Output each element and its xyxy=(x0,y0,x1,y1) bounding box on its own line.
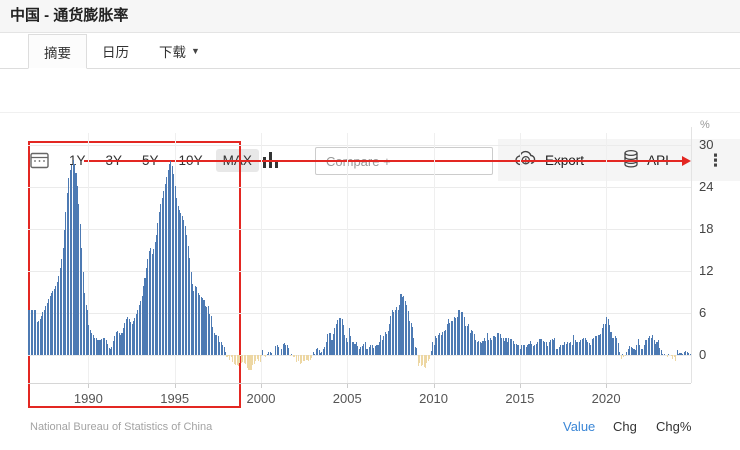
y-axis-tick-label: 30 xyxy=(699,137,714,152)
chart-bar xyxy=(666,355,668,358)
y-axis-unit-label: % xyxy=(700,119,710,131)
chart-bar xyxy=(278,346,280,355)
chart-bar xyxy=(624,355,626,357)
footer-link-chg[interactable]: Chg xyxy=(613,419,637,434)
tab-download-label: 下载 xyxy=(159,45,186,60)
chevron-down-icon: ▼ xyxy=(191,46,200,56)
page-title: 中国 - 通货膨胀率 xyxy=(10,7,129,24)
inflation-chart: % 30 24 18 12 6 0 1990 1995 2000 2005 2010 2015 2020 xyxy=(0,115,740,415)
chart-bar xyxy=(416,348,418,355)
chart-bar xyxy=(295,355,297,362)
x-axis-tick-label: 2000 xyxy=(246,391,276,406)
chart-bar xyxy=(271,352,273,355)
gridline xyxy=(28,187,691,188)
x-axis-tick-label: 2005 xyxy=(332,391,362,406)
chart-bar xyxy=(289,355,291,356)
chart-toolbar: 1Y 3Y 5Y 10Y MAX Export xyxy=(0,69,740,181)
footer-link-value[interactable]: Value xyxy=(563,419,595,434)
chart-bar xyxy=(689,353,691,355)
gridline xyxy=(28,229,691,230)
tab-calendar[interactable]: 日历 xyxy=(87,34,144,68)
chart-bar xyxy=(311,355,313,358)
x-axis-line xyxy=(28,383,691,384)
gridline xyxy=(28,145,691,146)
x-axis-tick-label: 2015 xyxy=(505,391,535,406)
y-axis-tick-label: 12 xyxy=(699,263,714,278)
title-bar: 中国 - 通货膨胀率 xyxy=(0,0,740,33)
annotation-arrow-head-icon xyxy=(682,156,691,166)
y-axis-tick-label: 6 xyxy=(699,305,707,320)
chart-bar xyxy=(260,355,263,357)
app-window: 中国 - 通货膨胀率 摘要 日历 下载 ▼ 1Y 3Y 5Y 10Y MAX C… xyxy=(0,0,740,450)
data-source-label: National Bureau of Statistics of China xyxy=(30,421,213,433)
gridline xyxy=(28,313,691,314)
tab-calendar-label: 日历 xyxy=(102,45,129,60)
chart-bar xyxy=(675,355,677,361)
y-axis-tick-label: 24 xyxy=(699,179,714,194)
x-axis-tick-label: 1990 xyxy=(73,391,103,406)
tab-bar: 摘要 日历 下载 ▼ xyxy=(0,34,740,69)
tab-summary-label: 摘要 xyxy=(44,45,71,61)
x-axis-tick-label: 2020 xyxy=(591,391,621,406)
gridline xyxy=(28,271,691,272)
y-axis-line xyxy=(691,127,692,383)
tab-summary[interactable]: 摘要 xyxy=(28,34,87,69)
chart-bar xyxy=(667,354,670,355)
footer-link-chgpct[interactable]: Chg% xyxy=(656,419,691,434)
chart-bar xyxy=(620,355,622,359)
x-axis-tick-label: 1995 xyxy=(160,391,190,406)
x-axis-tick-label: 2010 xyxy=(419,391,449,406)
gridline xyxy=(28,355,691,356)
tab-download[interactable]: 下载 ▼ xyxy=(144,34,215,68)
y-axis-tick-label: 18 xyxy=(699,221,714,236)
annotation-arrow-line xyxy=(84,160,682,162)
chart-bar xyxy=(288,348,290,355)
chart-bar xyxy=(429,355,431,359)
y-axis-tick-label: 0 xyxy=(699,347,707,362)
chart-bar xyxy=(663,353,665,355)
chart-bar xyxy=(265,355,267,358)
gridline xyxy=(260,133,262,383)
